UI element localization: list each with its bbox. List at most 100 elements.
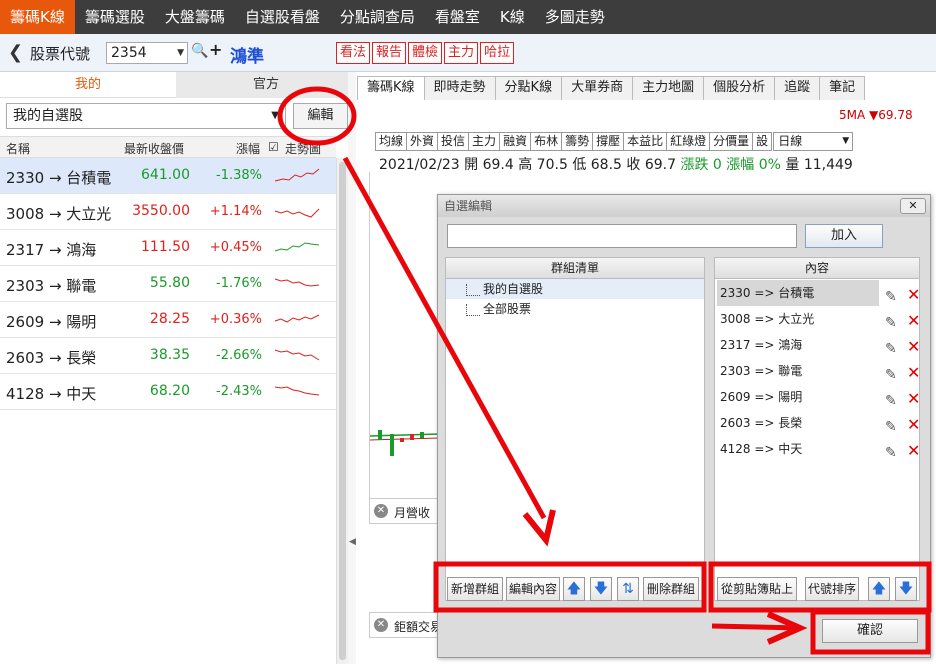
- close-icon[interactable]: ✕: [374, 618, 388, 632]
- nav-tab-chip-kline[interactable]: 籌碼K線: [0, 0, 75, 34]
- tab-chip-kline[interactable]: 籌碼K線: [357, 76, 425, 100]
- tool-volume-price[interactable]: 分價量: [709, 132, 754, 151]
- stock-name: 2603 → 長榮: [6, 349, 97, 367]
- paste-clipboard-button[interactable]: 從剪貼簿貼上: [717, 577, 797, 601]
- back-chevron-icon[interactable]: ❮: [8, 42, 23, 63]
- header-name[interactable]: 名稱: [6, 140, 30, 157]
- delete-x-icon[interactable]: ✕: [907, 334, 920, 360]
- tab-large-broker[interactable]: 大單券商: [561, 76, 634, 100]
- watchlist-row[interactable]: 2317 → 鴻海 111.50 +0.45%: [0, 230, 336, 266]
- watchlist-row[interactable]: 2303 → 聯電 55.80 -1.76%: [0, 266, 336, 302]
- stock-price: 3550.00: [132, 203, 190, 219]
- content-item-label: 3008 => 大立光: [720, 312, 815, 326]
- tab-notes[interactable]: 筆記: [819, 76, 866, 100]
- tool-settings[interactable]: 設: [752, 132, 773, 151]
- stock-price: 641.00: [141, 167, 190, 183]
- close-icon[interactable]: ✕: [374, 504, 388, 518]
- content-item[interactable]: 2609 => 陽明 ✎ ✕: [717, 384, 920, 412]
- nav-tab-branch-survey[interactable]: 分點調查局: [330, 0, 425, 34]
- tool-signal[interactable]: 紅綠燈: [666, 132, 711, 151]
- edit-button[interactable]: 編輯: [293, 103, 348, 129]
- content-item[interactable]: 4128 => 中天 ✎ ✕: [717, 436, 920, 464]
- content-item[interactable]: 3008 => 大立光 ✎ ✕: [717, 306, 920, 334]
- group-item-my-watchlist[interactable]: 我的自選股: [446, 279, 704, 299]
- checkup-button[interactable]: 體檢: [408, 42, 443, 64]
- tab-intraday[interactable]: 即時走勢: [423, 76, 496, 100]
- delete-x-icon[interactable]: ✕: [907, 360, 920, 386]
- tool-support[interactable]: 撐壓: [592, 132, 625, 151]
- tab-branch-kline[interactable]: 分點K線: [494, 76, 563, 100]
- tool-margin[interactable]: 融資: [499, 132, 532, 151]
- content-item-label: 2609 => 陽明: [720, 390, 803, 404]
- delete-x-icon[interactable]: ✕: [907, 438, 920, 464]
- add-button[interactable]: 加入: [805, 224, 883, 248]
- add-stock-input[interactable]: [447, 224, 797, 248]
- stock-price: 55.80: [149, 275, 190, 291]
- main-force-button[interactable]: 主力: [444, 42, 479, 64]
- content-item[interactable]: 2303 => 聯電 ✎ ✕: [717, 358, 920, 386]
- nav-tab-chip-stock-pick[interactable]: 籌碼選股: [75, 0, 155, 34]
- search-icon[interactable]: 🔍: [191, 43, 208, 59]
- nav-tab-watchlist[interactable]: 自選股看盤: [235, 0, 330, 34]
- dialog-close-button[interactable]: ✕: [900, 198, 926, 214]
- tab-main-force-map[interactable]: 主力地圖: [632, 76, 705, 100]
- content-move-up-arrow-icon[interactable]: 🡅: [868, 577, 890, 601]
- content-item[interactable]: 2317 => 鴻海 ✎ ✕: [717, 332, 920, 360]
- delete-group-button[interactable]: 刪除群組: [643, 577, 699, 601]
- nav-tab-kline[interactable]: K線: [490, 0, 535, 34]
- collapse-arrow-icon[interactable]: ◀: [349, 537, 356, 547]
- move-down-arrow-icon[interactable]: 🡇: [590, 577, 612, 601]
- delete-x-icon[interactable]: ✕: [907, 308, 920, 334]
- delete-x-icon[interactable]: ✕: [907, 386, 920, 412]
- tool-trust[interactable]: 投信: [437, 132, 470, 151]
- chat-button[interactable]: 哈拉: [480, 42, 515, 64]
- scrollbar-thumb[interactable]: [339, 162, 346, 660]
- sparkline: [274, 349, 320, 361]
- tool-ma[interactable]: 均線: [375, 132, 408, 151]
- stock-name: 鴻準: [230, 47, 264, 67]
- swap-arrow-icon[interactable]: ⇅: [617, 577, 639, 601]
- edit-pencil-icon[interactable]: ✎: [885, 440, 897, 466]
- tool-chip-trend[interactable]: 籌勢: [561, 132, 594, 151]
- content-item[interactable]: 2330 => 台積電 ✎ ✕: [717, 280, 920, 308]
- watchlist-row[interactable]: 3008 → 大立光 3550.00 +1.14%: [0, 194, 336, 230]
- add-icon[interactable]: +: [209, 40, 222, 59]
- new-group-button[interactable]: 新增群組: [447, 577, 503, 601]
- tab-tracking[interactable]: 追蹤: [774, 76, 821, 100]
- content-move-down-arrow-icon[interactable]: 🡇: [895, 577, 917, 601]
- header-change[interactable]: 漲幅: [236, 140, 260, 157]
- group-item-all-stocks[interactable]: 全部股票: [446, 299, 704, 319]
- opinion-button[interactable]: 看法: [336, 42, 371, 64]
- watchlist-row[interactable]: 2609 → 陽明 28.25 +0.36%: [0, 302, 336, 338]
- tool-bollinger[interactable]: 布林: [530, 132, 563, 151]
- nav-tab-trading-room[interactable]: 看盤室: [425, 0, 490, 34]
- stock-code-input[interactable]: 2354 ▼: [106, 42, 188, 64]
- nav-tab-multi-chart[interactable]: 多圖走勢: [535, 0, 615, 34]
- watchlist-scrollbar[interactable]: [336, 158, 348, 664]
- edit-content-button[interactable]: 編輯內容: [506, 577, 560, 601]
- group-select[interactable]: 我的自選股 ▼: [6, 103, 286, 129]
- move-up-arrow-icon[interactable]: 🡅: [563, 577, 585, 601]
- dropdown-arrow-icon[interactable]: ▼: [177, 43, 184, 63]
- tree-node-icon: [466, 283, 480, 296]
- period-select[interactable]: 日線 ▼: [773, 132, 854, 151]
- trend-checkbox[interactable]: ☑: [268, 140, 279, 154]
- sort-by-code-button[interactable]: 代號排序: [805, 577, 859, 601]
- watchlist-row[interactable]: 2330 → 台積電 641.00 -1.38%: [0, 158, 336, 194]
- header-price[interactable]: 最新收盤價: [124, 140, 184, 157]
- panel-splitter[interactable]: ◀: [348, 72, 356, 664]
- tab-official[interactable]: 官方: [176, 72, 356, 98]
- nav-tab-market-chip[interactable]: 大盤籌碼: [155, 0, 235, 34]
- watchlist-row[interactable]: 4128 → 中天 68.20 -2.43%: [0, 374, 336, 410]
- tool-pe[interactable]: 本益比: [623, 132, 668, 151]
- tab-stock-analysis[interactable]: 個股分析: [703, 76, 776, 100]
- tool-foreign[interactable]: 外資: [406, 132, 439, 151]
- confirm-button[interactable]: 確認: [822, 619, 918, 643]
- watchlist-row[interactable]: 2603 → 長榮 38.35 -2.66%: [0, 338, 336, 374]
- delete-x-icon[interactable]: ✕: [907, 282, 920, 308]
- delete-x-icon[interactable]: ✕: [907, 412, 920, 438]
- report-button[interactable]: 報告: [372, 42, 407, 64]
- content-item[interactable]: 2603 => 長榮 ✎ ✕: [717, 410, 920, 438]
- tool-main-force[interactable]: 主力: [468, 132, 501, 151]
- tab-mine[interactable]: 我的: [0, 72, 176, 98]
